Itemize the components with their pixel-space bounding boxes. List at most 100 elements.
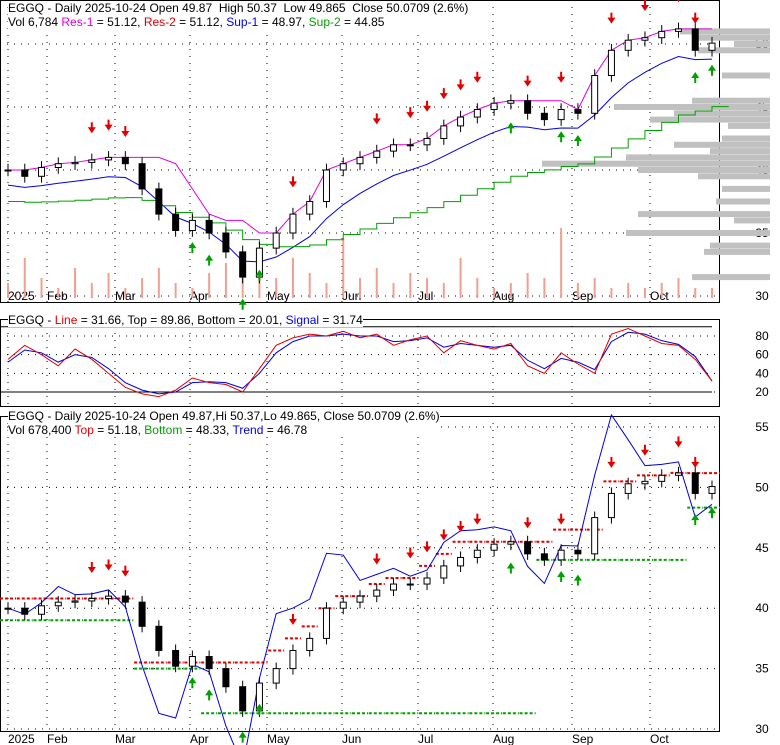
price-candle [38, 166, 46, 177]
volume-profile-bar [692, 274, 770, 281]
price-candle-lower [138, 601, 146, 627]
buy-arrow-icon [238, 298, 247, 310]
volume-bar [576, 283, 579, 298]
volume-bar [174, 283, 177, 298]
price-candle-lower [473, 549, 481, 558]
y-tick-label: 30 [755, 289, 769, 303]
price-candle [624, 39, 632, 51]
volume-bar [107, 273, 110, 298]
price-candle [574, 109, 582, 114]
sell-arrow-icon [473, 513, 482, 525]
sell-arrow-icon [640, 0, 649, 11]
stock-chart: 30354045502040608030354045505520252025Fe… [0, 0, 770, 745]
price-candle [155, 188, 163, 215]
price-candle [607, 49, 615, 76]
price-candle [4, 169, 12, 172]
sell-arrow-icon [607, 456, 616, 468]
sell-arrow-icon [87, 122, 96, 134]
sell-arrow-icon [423, 100, 432, 112]
volume-profile-bar [692, 34, 770, 41]
volume-profile-bar [704, 248, 770, 255]
price-candle [658, 30, 666, 39]
price-candle [691, 28, 699, 51]
price-candle [557, 109, 565, 121]
volume-bar [359, 278, 361, 298]
price-candle-lower [239, 686, 247, 712]
price-candle [88, 159, 96, 163]
sell-arrow-icon [439, 529, 448, 541]
volume-bar [627, 283, 630, 298]
volume-bar [275, 278, 278, 298]
volume-bar [593, 278, 596, 298]
buy-arrow-icon [205, 689, 214, 701]
volume-bar [643, 288, 646, 298]
buy-arrow-icon [708, 507, 716, 519]
price-candle-lower [54, 601, 62, 607]
price-candle [339, 163, 347, 171]
price-candle [289, 213, 297, 234]
price-candle-lower [658, 474, 666, 482]
price-candle [423, 138, 431, 146]
price-candle [138, 163, 146, 190]
volume-bar [459, 258, 462, 298]
price-candle-lower [406, 583, 414, 586]
volume-bar [509, 283, 512, 298]
sell-arrow-icon [406, 547, 415, 559]
volume-bar [677, 278, 680, 298]
volume-profile-bar [722, 72, 770, 79]
volume-bar [157, 268, 160, 298]
x-tick-label: May [267, 732, 290, 745]
buy-arrow-icon [691, 514, 700, 526]
sell-arrow-icon [557, 513, 566, 525]
price-candle-lower [674, 472, 682, 476]
price-candle [172, 213, 180, 231]
y-tick-label: 80 [755, 329, 769, 343]
sell-arrow-icon [121, 125, 130, 137]
y-tick-label: 40 [755, 601, 769, 615]
volume-bar [375, 268, 378, 298]
volume-profile-bar [638, 167, 770, 173]
price-candle-lower [524, 541, 532, 555]
price-candle-lower [339, 601, 347, 609]
buy-arrow-icon [205, 254, 214, 266]
price-candle-lower [457, 556, 465, 567]
price-candle-lower [708, 486, 716, 494]
sell-arrow-icon [523, 75, 532, 87]
sell-arrow-icon [104, 559, 113, 571]
price-candle-lower [306, 637, 314, 651]
volume-bar [291, 258, 294, 298]
price-candle-lower [4, 607, 12, 610]
x-tick-label: Sep [572, 289, 594, 303]
volume-profile-bar [650, 116, 770, 123]
price-candle-lower [172, 649, 180, 667]
price-candle [490, 102, 498, 111]
oscillator-line [7, 327, 713, 398]
volume-bar [90, 283, 93, 298]
sell-arrow-icon [423, 541, 432, 553]
x-tick-label: Jun [342, 289, 361, 303]
y-tick-label: 60 [755, 348, 769, 362]
price-candle [21, 169, 29, 177]
volume-profile-bar [638, 211, 770, 218]
volume-bar [308, 273, 311, 298]
price-candle [591, 75, 599, 114]
price-candle [239, 251, 247, 278]
price-candle [306, 201, 314, 215]
price-candle-lower [222, 668, 230, 688]
price-candle [121, 156, 129, 165]
price-candle [674, 28, 682, 32]
volume-bar [610, 288, 613, 298]
y-tick-label: 40 [755, 366, 769, 380]
volume-bar [208, 273, 211, 298]
buy-arrow-icon [506, 562, 515, 574]
volume-profile-bar [542, 160, 770, 167]
sell-arrow-icon [456, 79, 465, 91]
volume-bar [426, 278, 429, 298]
price-candle-lower [88, 598, 96, 602]
price-candle [524, 100, 532, 114]
volume-bar [493, 288, 496, 298]
price-candle [440, 125, 448, 140]
volume-profile-bar [734, 41, 770, 47]
volume-bar [442, 283, 445, 298]
price-candle [54, 163, 62, 168]
